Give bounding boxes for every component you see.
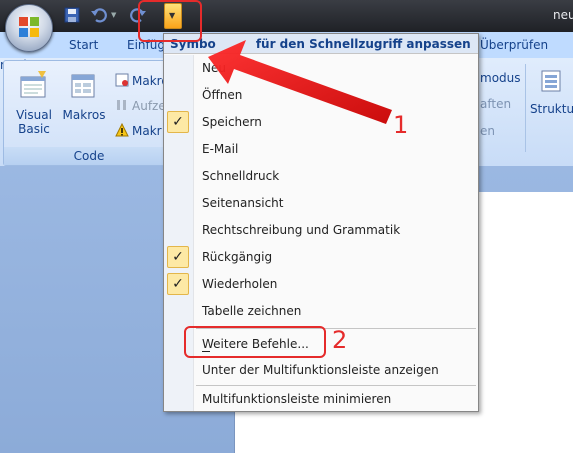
annotation-arrow — [208, 40, 392, 124]
callout-number-1: 1 — [393, 111, 409, 139]
callout-number-2: 2 — [332, 326, 348, 354]
more-commands-highlight-box — [184, 326, 326, 358]
qat-highlight-box — [138, 0, 202, 42]
